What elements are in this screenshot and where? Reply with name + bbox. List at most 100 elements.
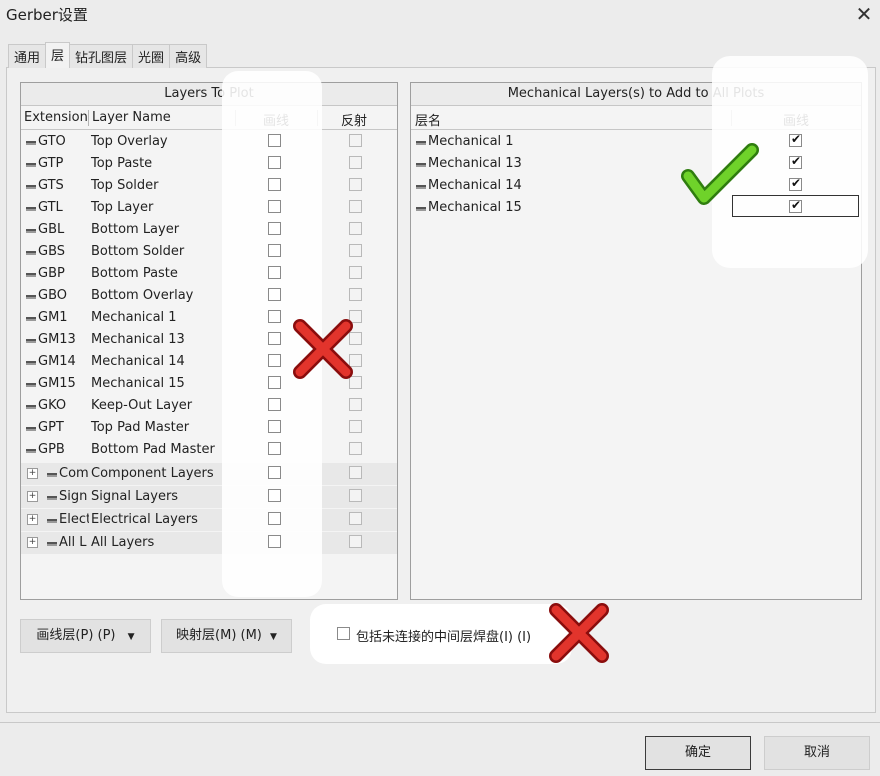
cancel-button[interactable]: 取消 — [764, 736, 870, 770]
layer-row[interactable]: GM14 Mechanical 14 — [21, 351, 397, 373]
layer-group-row[interactable]: + Elect Electrical Layers — [21, 509, 397, 531]
mirror-checkbox[interactable] — [349, 512, 362, 525]
plot-checkbox[interactable] — [268, 178, 281, 191]
col-plot-right[interactable]: 画线 — [783, 110, 809, 129]
plot-checkbox[interactable] — [268, 310, 281, 323]
layer-row[interactable]: GPT Top Pad Master — [21, 417, 397, 439]
plot-checkbox[interactable] — [268, 134, 281, 147]
layer-row[interactable]: GKO Keep-Out Layer — [21, 395, 397, 417]
plot-checkbox[interactable] — [268, 244, 281, 257]
mirror-checkbox[interactable] — [349, 489, 362, 502]
layer-group-row[interactable]: + Sign Signal Layers — [21, 486, 397, 508]
plot-layers-dropdown-button[interactable]: 画线层(P) (P) ▼ — [20, 619, 151, 653]
col-mirror[interactable]: 反射 — [341, 110, 367, 129]
plot-checkbox[interactable] — [268, 466, 281, 479]
plot-checkbox[interactable] — [268, 332, 281, 345]
layer-row[interactable]: GTS Top Solder — [21, 175, 397, 197]
tab-advanced[interactable]: 高级 — [169, 44, 208, 68]
layer-line-icon — [26, 272, 36, 275]
col-layer-name-cn[interactable]: 层名 — [415, 110, 441, 129]
plot-checkbox[interactable] — [268, 420, 281, 433]
layer-group-row[interactable]: + Com Component Layers — [21, 463, 397, 485]
layer-name: Bottom Solder — [91, 244, 185, 259]
layer-line-icon — [47, 472, 57, 475]
layer-row[interactable]: GM15 Mechanical 15 — [21, 373, 397, 395]
mechanical-table-header: 层名 画线 — [411, 107, 861, 130]
tab-drill-drawing[interactable]: 钻孔图层 — [69, 44, 134, 68]
layer-row[interactable]: GPB Bottom Pad Master — [21, 439, 397, 461]
layer-row[interactable]: GBO Bottom Overlay — [21, 285, 397, 307]
mirror-checkbox[interactable] — [349, 288, 362, 301]
plot-checkbox[interactable] — [268, 442, 281, 455]
mechanical-plot-checkbox[interactable] — [789, 198, 802, 213]
mechanical-plot-checkbox[interactable] — [789, 154, 802, 169]
mirror-checkbox[interactable] — [349, 266, 362, 279]
tab-layers[interactable]: 层 — [45, 42, 71, 68]
layer-line-icon — [416, 184, 426, 187]
expand-icon[interactable]: + — [27, 514, 38, 525]
mechanical-plot-checkbox[interactable] — [789, 132, 802, 147]
col-extension[interactable]: Extension — [24, 110, 88, 125]
mirror-checkbox[interactable] — [349, 466, 362, 479]
tab-general[interactable]: 通用 — [8, 44, 47, 68]
layer-row[interactable]: GBP Bottom Paste — [21, 263, 397, 285]
layer-row[interactable]: GTO Top Overlay — [21, 131, 397, 153]
plot-checkbox[interactable] — [268, 222, 281, 235]
layers-to-plot-title: Layers To Plot — [21, 83, 397, 106]
layer-row[interactable]: GBL Bottom Layer — [21, 219, 397, 241]
expand-icon[interactable]: + — [27, 468, 38, 479]
layer-line-icon — [26, 228, 36, 231]
plot-checkbox[interactable] — [268, 354, 281, 367]
mirror-checkbox[interactable] — [349, 134, 362, 147]
mirror-checkbox[interactable] — [349, 420, 362, 433]
mirror-layers-dropdown-button[interactable]: 映射层(M) (M) ▼ — [161, 619, 292, 653]
plot-checkbox[interactable] — [268, 200, 281, 213]
layer-row[interactable]: GBS Bottom Solder — [21, 241, 397, 263]
group-name: Electrical Layers — [91, 512, 198, 527]
plot-checkbox[interactable] — [268, 288, 281, 301]
layer-row[interactable]: GTP Top Paste — [21, 153, 397, 175]
mirror-checkbox[interactable] — [349, 354, 362, 367]
layer-line-icon — [26, 426, 36, 429]
ok-button[interactable]: 确定 — [645, 736, 751, 770]
plot-checkbox[interactable] — [268, 376, 281, 389]
mirror-checkbox[interactable] — [349, 222, 362, 235]
close-icon[interactable]: ✕ — [852, 2, 876, 26]
plot-checkbox[interactable] — [268, 266, 281, 279]
include-unconnected-pads-checkbox[interactable] — [337, 627, 350, 640]
mirror-checkbox[interactable] — [349, 376, 362, 389]
layer-line-icon — [26, 360, 36, 363]
layer-line-icon — [47, 541, 57, 544]
layer-line-icon — [26, 294, 36, 297]
mirror-checkbox[interactable] — [349, 200, 362, 213]
layer-name: Top Pad Master — [91, 420, 190, 435]
layer-line-icon — [47, 518, 57, 521]
plot-checkbox[interactable] — [268, 489, 281, 502]
col-layer-name[interactable]: Layer Name — [92, 110, 171, 125]
layer-group-row[interactable]: + All L All Layers — [21, 532, 397, 554]
plot-checkbox[interactable] — [268, 512, 281, 525]
expand-icon[interactable]: + — [27, 537, 38, 548]
mirror-checkbox[interactable] — [349, 310, 362, 323]
layer-extension: GPT — [26, 420, 64, 435]
layer-name: Mechanical 13 — [91, 332, 185, 347]
expand-icon[interactable]: + — [27, 491, 38, 502]
mirror-checkbox[interactable] — [349, 442, 362, 455]
mechanical-plot-checkbox[interactable] — [789, 176, 802, 191]
mirror-checkbox[interactable] — [349, 535, 362, 548]
plot-checkbox[interactable] — [268, 156, 281, 169]
mirror-checkbox[interactable] — [349, 178, 362, 191]
layer-extension: GM14 — [26, 354, 76, 369]
layer-row[interactable]: GM13 Mechanical 13 — [21, 329, 397, 351]
layer-row[interactable]: GM1 Mechanical 1 — [21, 307, 397, 329]
plot-checkbox[interactable] — [268, 535, 281, 548]
mirror-checkbox[interactable] — [349, 244, 362, 257]
layer-row[interactable]: GTL Top Layer — [21, 197, 397, 219]
tab-apertures[interactable]: 光圈 — [132, 44, 171, 68]
include-unconnected-pads-label[interactable]: 包括未连接的中间层焊盘(I) (I) — [356, 626, 531, 645]
col-plot[interactable]: 画线 — [263, 110, 289, 129]
mirror-checkbox[interactable] — [349, 156, 362, 169]
mirror-checkbox[interactable] — [349, 332, 362, 345]
mirror-checkbox[interactable] — [349, 398, 362, 411]
plot-checkbox[interactable] — [268, 398, 281, 411]
